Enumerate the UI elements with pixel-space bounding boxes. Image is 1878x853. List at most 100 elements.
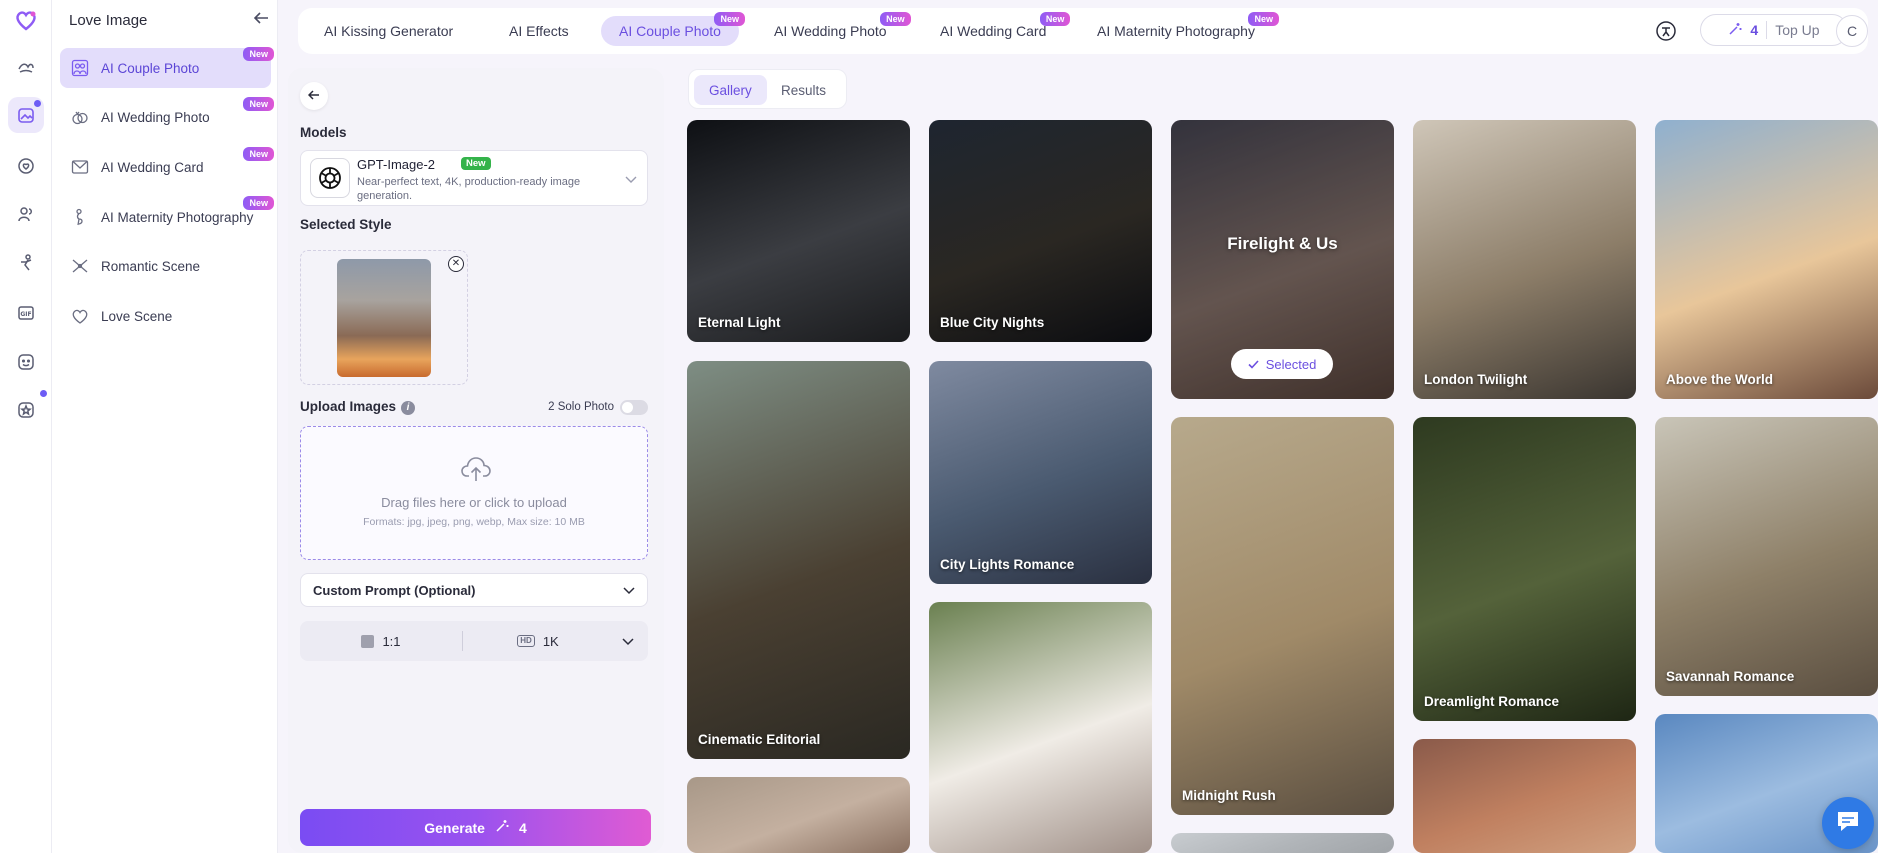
love-scene-icon: [69, 305, 91, 327]
tab-label: AI Kissing Generator: [324, 23, 454, 39]
close-icon: ✕: [451, 258, 461, 269]
sidebar-item-ai-maternity-photography[interactable]: AI Maternity Photography New: [60, 196, 274, 237]
sidebar-item-ai-wedding-photo[interactable]: AI Wedding Photo New: [60, 97, 274, 137]
back-button[interactable]: [300, 82, 328, 110]
options-expand-button[interactable]: [613, 634, 643, 649]
credits-topup-button[interactable]: 4 Top Up: [1700, 14, 1848, 46]
card-title: Firelight & Us: [1227, 234, 1338, 253]
avatar[interactable]: C: [1836, 15, 1868, 47]
gallery-card[interactable]: Midnight Rush: [1171, 417, 1394, 815]
gallery-card-selected[interactable]: Firelight & Us Selected: [1171, 120, 1394, 399]
square-icon: [361, 634, 375, 648]
credits-count: 4: [1750, 22, 1759, 38]
notification-dot: [34, 100, 41, 107]
tab-results[interactable]: Results: [766, 75, 841, 105]
people-icon[interactable]: [8, 196, 44, 232]
magic-wand-icon: [1728, 22, 1742, 39]
gallery-card[interactable]: London Twilight: [1413, 120, 1636, 399]
solo-photo-label: 2 Solo Photo: [548, 401, 614, 413]
gallery-card[interactable]: [929, 602, 1152, 853]
tab-ai-kissing-generator[interactable]: AI Kissing Generator: [306, 16, 471, 46]
kissing-icon[interactable]: [8, 49, 44, 85]
selected-pill: Selected: [1231, 349, 1333, 379]
gallery-card[interactable]: Above the World: [1655, 120, 1878, 399]
card-title: Blue City Nights: [940, 315, 1045, 330]
sidebar-item-love-scene[interactable]: Love Scene: [60, 296, 271, 336]
gallery-card[interactable]: City Lights Romance: [929, 361, 1152, 584]
new-badge: New: [243, 97, 274, 111]
gallery-tabs: Gallery Results: [688, 69, 847, 109]
gallery-card[interactable]: Blue City Nights: [929, 120, 1152, 342]
heart-chat-icon[interactable]: [8, 148, 44, 184]
new-badge: New: [461, 157, 491, 170]
tab-ai-effects[interactable]: AI Effects: [491, 16, 587, 46]
check-icon: [1248, 357, 1259, 372]
tab-ai-couple-photo[interactable]: AI Couple Photo New: [601, 12, 745, 46]
chat-support-button[interactable]: [1822, 797, 1874, 849]
model-name: GPT-Image-2: [357, 157, 436, 172]
avatar-initial: C: [1846, 23, 1858, 39]
solo-photo-toggle[interactable]: [620, 399, 648, 415]
gallery-card[interactable]: Dreamlight Romance: [1413, 417, 1636, 721]
sidebar-item-ai-couple-photo[interactable]: AI Couple Photo New: [60, 47, 274, 88]
new-badge: New: [1248, 12, 1279, 26]
model-select[interactable]: GPT-Image-2 New Near-perfect text, 4K, p…: [300, 150, 648, 206]
tab-ai-wedding-photo[interactable]: AI Wedding Photo New: [756, 12, 911, 46]
openai-logo-icon: [310, 158, 350, 198]
face-icon[interactable]: [8, 344, 44, 380]
dropzone-formats: Formats: jpg, jpeg, png, webp, Max size:…: [363, 516, 585, 528]
accessibility-icon[interactable]: [1654, 19, 1678, 43]
top-tab-bar: AI Kissing Generator AI Effects AI Coupl…: [298, 8, 1868, 54]
model-description: Near-perfect text, 4K, production-ready …: [357, 176, 581, 202]
star-badge-icon[interactable]: [8, 390, 47, 428]
collapse-sidebar-icon[interactable]: [253, 11, 269, 30]
generator-panel: Models GPT-Image-2 New Near-perfect text…: [288, 68, 664, 853]
new-badge: New: [714, 12, 745, 26]
generation-options: 1:1 HD 1K: [300, 621, 648, 661]
card-title: Dreamlight Romance: [1424, 694, 1560, 709]
gallery-card[interactable]: Cinematic Editorial: [687, 361, 910, 759]
generate-button[interactable]: Generate 4: [300, 809, 651, 846]
chevron-down-icon: [625, 171, 637, 189]
gallery-card[interactable]: Eternal Light: [687, 120, 910, 342]
tab-label: AI Wedding Card: [940, 23, 1047, 39]
arrow-left-icon: [307, 87, 320, 105]
ai-image-icon[interactable]: [8, 97, 44, 133]
custom-prompt-dropdown[interactable]: Custom Prompt (Optional): [300, 573, 648, 607]
tab-label: AI Effects: [509, 23, 569, 39]
tab-label: AI Couple Photo: [619, 23, 721, 39]
romantic-scene-icon: [69, 255, 91, 277]
svg-text:GIF: GIF: [20, 311, 31, 318]
sidebar-item-romantic-scene[interactable]: Romantic Scene: [60, 246, 271, 286]
magic-wand-icon: [495, 819, 509, 836]
chat-bubble-icon: [1835, 809, 1861, 838]
chevron-down-icon: [622, 634, 634, 649]
card-title: City Lights Romance: [940, 557, 1075, 572]
love-image-logo-icon[interactable]: [8, 2, 44, 38]
tab-label: Gallery: [709, 82, 752, 98]
gallery-card[interactable]: Savannah Romance: [1655, 417, 1878, 696]
sidebar-item-ai-wedding-card[interactable]: AI Wedding Card New: [60, 147, 274, 187]
wedding-rings-icon: [69, 106, 91, 128]
aspect-ratio-select[interactable]: 1:1: [300, 634, 462, 649]
gallery-card[interactable]: [1413, 739, 1636, 853]
upload-dropzone[interactable]: Drag files here or click to upload Forma…: [300, 426, 648, 560]
tab-gallery[interactable]: Gallery: [694, 75, 767, 105]
dance-icon[interactable]: [8, 245, 44, 281]
new-badge: New: [243, 196, 274, 210]
gif-icon[interactable]: GIF: [8, 295, 44, 331]
gallery-card[interactable]: [1171, 833, 1394, 853]
upload-images-label: Upload Images: [300, 399, 397, 415]
new-badge: New: [243, 147, 274, 161]
sidebar-item-label: AI Wedding Photo: [101, 109, 210, 125]
gallery-card[interactable]: [687, 777, 910, 853]
tab-ai-wedding-card[interactable]: AI Wedding Card New: [922, 12, 1071, 46]
tab-ai-maternity-photography[interactable]: AI Maternity Photography New: [1079, 12, 1279, 46]
selected-label: Selected: [1265, 356, 1317, 372]
remove-style-button[interactable]: ✕: [448, 256, 464, 272]
info-icon[interactable]: i: [401, 400, 416, 415]
new-badge: New: [1039, 12, 1071, 26]
aspect-ratio-value: 1:1: [382, 633, 401, 649]
resolution-select[interactable]: HD 1K: [463, 634, 613, 649]
chevron-down-icon: [623, 583, 635, 598]
